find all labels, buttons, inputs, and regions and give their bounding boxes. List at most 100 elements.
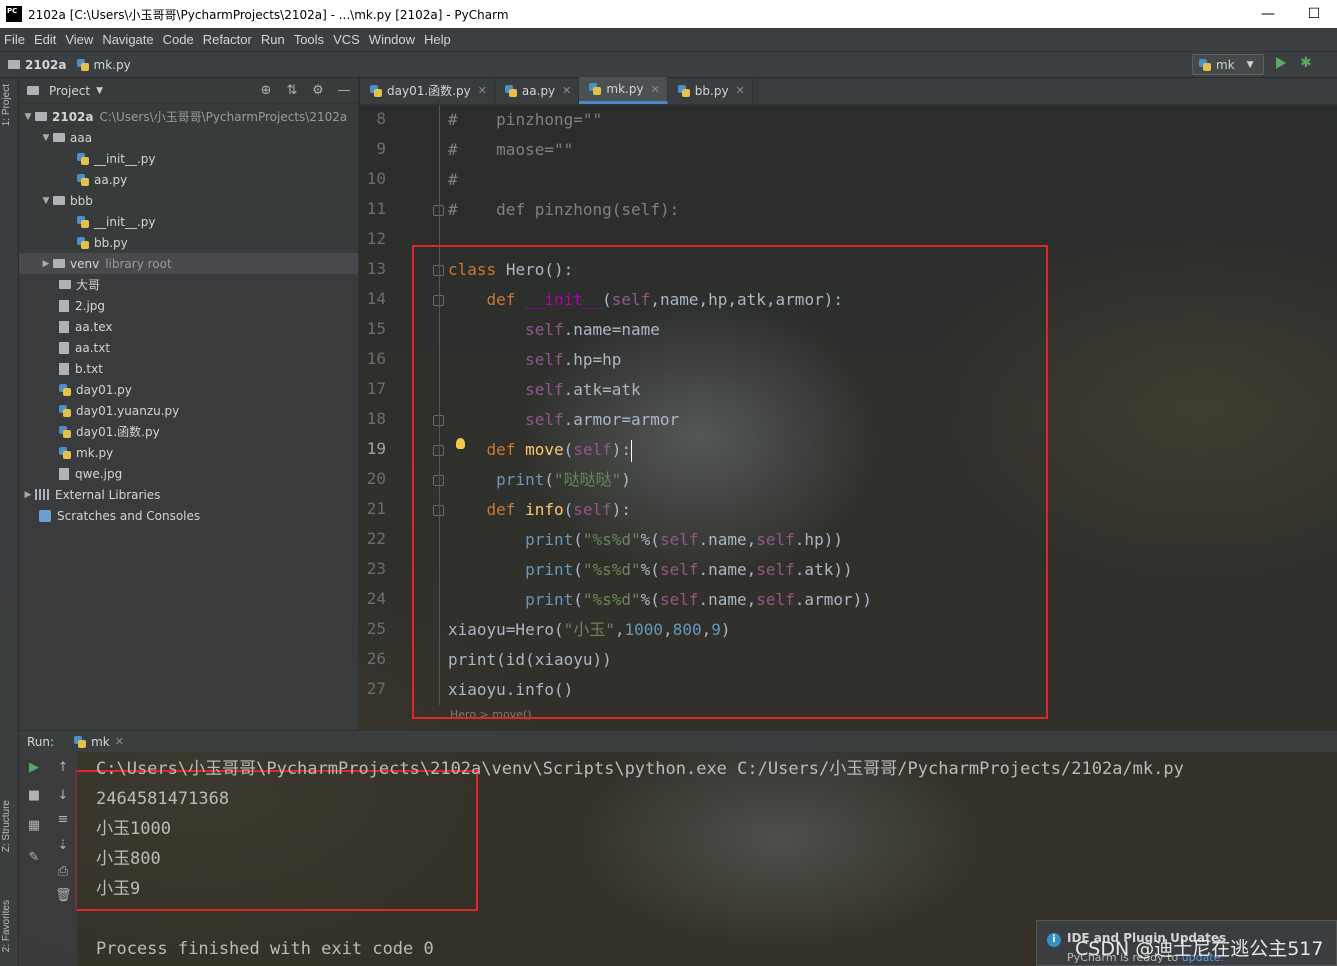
tab-aa-py[interactable]: aa.py ✕: [495, 77, 580, 104]
run-configuration-select[interactable]: mk ▼: [1192, 54, 1264, 75]
scroll-to-end-icon[interactable]: ⇣: [55, 838, 71, 854]
tree-item-aaa[interactable]: ▼ aaa: [19, 127, 358, 148]
print-icon[interactable]: ⎙: [55, 864, 71, 880]
scratches-icon: [39, 509, 51, 522]
close-icon[interactable]: ✕: [651, 83, 660, 96]
tree-item-day01-hanshu[interactable]: day01.函数.py: [19, 421, 358, 442]
tool-tab-project[interactable]: 1: Project: [1, 84, 12, 126]
tab-day01-hanshu[interactable]: day01.函数.py ✕: [360, 77, 495, 104]
gear-icon[interactable]: ⚙: [310, 83, 326, 99]
python-file-icon: [1199, 58, 1211, 71]
tree-item-day01-py[interactable]: day01.py: [19, 379, 358, 400]
breadcrumb-file-label: mk.py: [93, 57, 131, 72]
tree-item-label: aaa: [70, 130, 93, 145]
tab-bb-py[interactable]: bb.py ✕: [668, 77, 753, 104]
menu-vcs[interactable]: VCS: [333, 32, 360, 47]
tree-item-label: External Libraries: [55, 487, 161, 502]
chevron-down-icon[interactable]: ▼: [96, 86, 103, 96]
trash-icon[interactable]: 🗑: [55, 888, 72, 904]
project-view-select[interactable]: Project: [49, 84, 90, 98]
tree-item-aa-tex[interactable]: aa.tex: [19, 316, 358, 337]
tree-item-label: Scratches and Consoles: [57, 508, 201, 523]
menu-bar: File Edit View Navigate Code Refactor Ru…: [0, 28, 1337, 52]
menu-navigate[interactable]: Navigate: [102, 32, 153, 47]
minimize-button[interactable]: —: [1245, 0, 1291, 28]
tree-item-2-jpg[interactable]: 2.jpg: [19, 295, 358, 316]
line-number: 24: [366, 589, 386, 608]
tree-item-qwe-jpg[interactable]: qwe.jpg: [19, 463, 358, 484]
menu-refactor[interactable]: Refactor: [203, 32, 252, 47]
run-icon[interactable]: [1276, 57, 1286, 69]
collapse-all-icon[interactable]: ⇅: [284, 83, 300, 99]
pin-icon[interactable]: ✎: [26, 850, 42, 866]
locate-icon[interactable]: ⊕: [258, 83, 274, 99]
pycharm-logo-icon: PC: [6, 6, 22, 22]
left-tool-strip: 1: Project Z: Structure 2: Favorites: [0, 78, 19, 966]
close-icon[interactable]: ✕: [562, 84, 571, 97]
chevron-down-icon[interactable]: ▼: [39, 196, 53, 206]
console-line: 小玉1000: [96, 819, 171, 839]
chevron-right-icon[interactable]: ▶: [21, 490, 35, 500]
folder-icon: [35, 112, 47, 121]
stop-icon[interactable]: ■: [26, 788, 42, 804]
project-view-icon: [27, 86, 39, 95]
menu-code[interactable]: Code: [163, 32, 194, 47]
tab-mk-py[interactable]: mk.py ✕: [579, 77, 668, 104]
tree-item-aa-py[interactable]: aa.py: [19, 169, 358, 190]
tree-item-bbb[interactable]: ▼ bbb: [19, 190, 358, 211]
menu-window[interactable]: Window: [369, 32, 415, 47]
code-line: # def pinzhong(self):: [448, 200, 680, 219]
tab-label: mk.py: [606, 82, 644, 96]
tree-item-venv[interactable]: ▶ venv library root: [19, 253, 358, 274]
folder-icon: [8, 60, 20, 69]
project-panel: Project ▼ ⊕ ⇅ ⚙ — ▼ 2102a C:\Users\小玉哥哥\…: [19, 78, 359, 730]
run-tab-mk[interactable]: mk ✕: [74, 735, 124, 749]
tree-item-b-txt[interactable]: b.txt: [19, 358, 358, 379]
close-icon[interactable]: ✕: [478, 84, 487, 97]
line-number: 27: [366, 679, 386, 698]
tree-item-suffix: library root: [105, 256, 172, 271]
menu-view[interactable]: View: [65, 32, 93, 47]
layout-icon[interactable]: ▦: [26, 818, 42, 834]
arrow-down-icon[interactable]: ↓: [55, 788, 71, 804]
line-number-current: 19: [366, 439, 386, 458]
tree-item-aa-txt[interactable]: aa.txt: [19, 337, 358, 358]
line-number: 9: [376, 139, 386, 158]
close-icon[interactable]: ✕: [115, 735, 124, 748]
hide-icon[interactable]: —: [336, 83, 352, 99]
breadcrumb-file[interactable]: mk.py: [76, 57, 131, 72]
tree-item-root[interactable]: ▼ 2102a C:\Users\小玉哥哥\PycharmProjects\21…: [19, 106, 358, 127]
python-file-icon: [77, 215, 89, 228]
console-line: 小玉9: [96, 879, 141, 899]
arrow-up-icon[interactable]: ↑: [55, 760, 71, 776]
line-number: 12: [366, 229, 386, 248]
tree-item-day01-yuanzu[interactable]: day01.yuanzu.py: [19, 400, 358, 421]
tree-item-label: __init__.py: [94, 151, 156, 166]
close-icon[interactable]: ✕: [736, 84, 745, 97]
tree-item-aaa-init[interactable]: __init__.py: [19, 148, 358, 169]
debug-icon[interactable]: ✱: [1300, 56, 1312, 70]
menu-tools[interactable]: Tools: [294, 32, 324, 47]
maximize-button[interactable]: ☐: [1291, 0, 1337, 28]
breadcrumb-project[interactable]: 2102a: [8, 58, 67, 72]
menu-run[interactable]: Run: [261, 32, 285, 47]
tree-item-scratches[interactable]: Scratches and Consoles: [19, 505, 358, 526]
line-number: 8: [376, 109, 386, 128]
tool-tab-structure[interactable]: Z: Structure: [1, 800, 12, 852]
tree-item-bbb-init[interactable]: __init__.py: [19, 211, 358, 232]
tool-tab-favorites[interactable]: 2: Favorites: [1, 900, 12, 952]
chevron-right-icon[interactable]: ▶: [39, 259, 53, 269]
info-icon: i: [1047, 933, 1061, 947]
rerun-icon[interactable]: ▶: [26, 760, 42, 776]
soft-wrap-icon[interactable]: ≡: [55, 812, 71, 828]
menu-help[interactable]: Help: [424, 32, 451, 47]
chevron-down-icon[interactable]: ▼: [39, 133, 53, 143]
menu-edit[interactable]: Edit: [34, 32, 56, 47]
chevron-down-icon[interactable]: ▼: [21, 112, 35, 122]
menu-file[interactable]: File: [4, 32, 25, 47]
tree-item-label: venv: [70, 256, 100, 271]
tree-item-external-libraries[interactable]: ▶ External Libraries: [19, 484, 358, 505]
tree-item-bb-py[interactable]: bb.py: [19, 232, 358, 253]
tree-item-dage[interactable]: 大哥: [19, 274, 358, 295]
tree-item-mk-py[interactable]: mk.py: [19, 442, 358, 463]
